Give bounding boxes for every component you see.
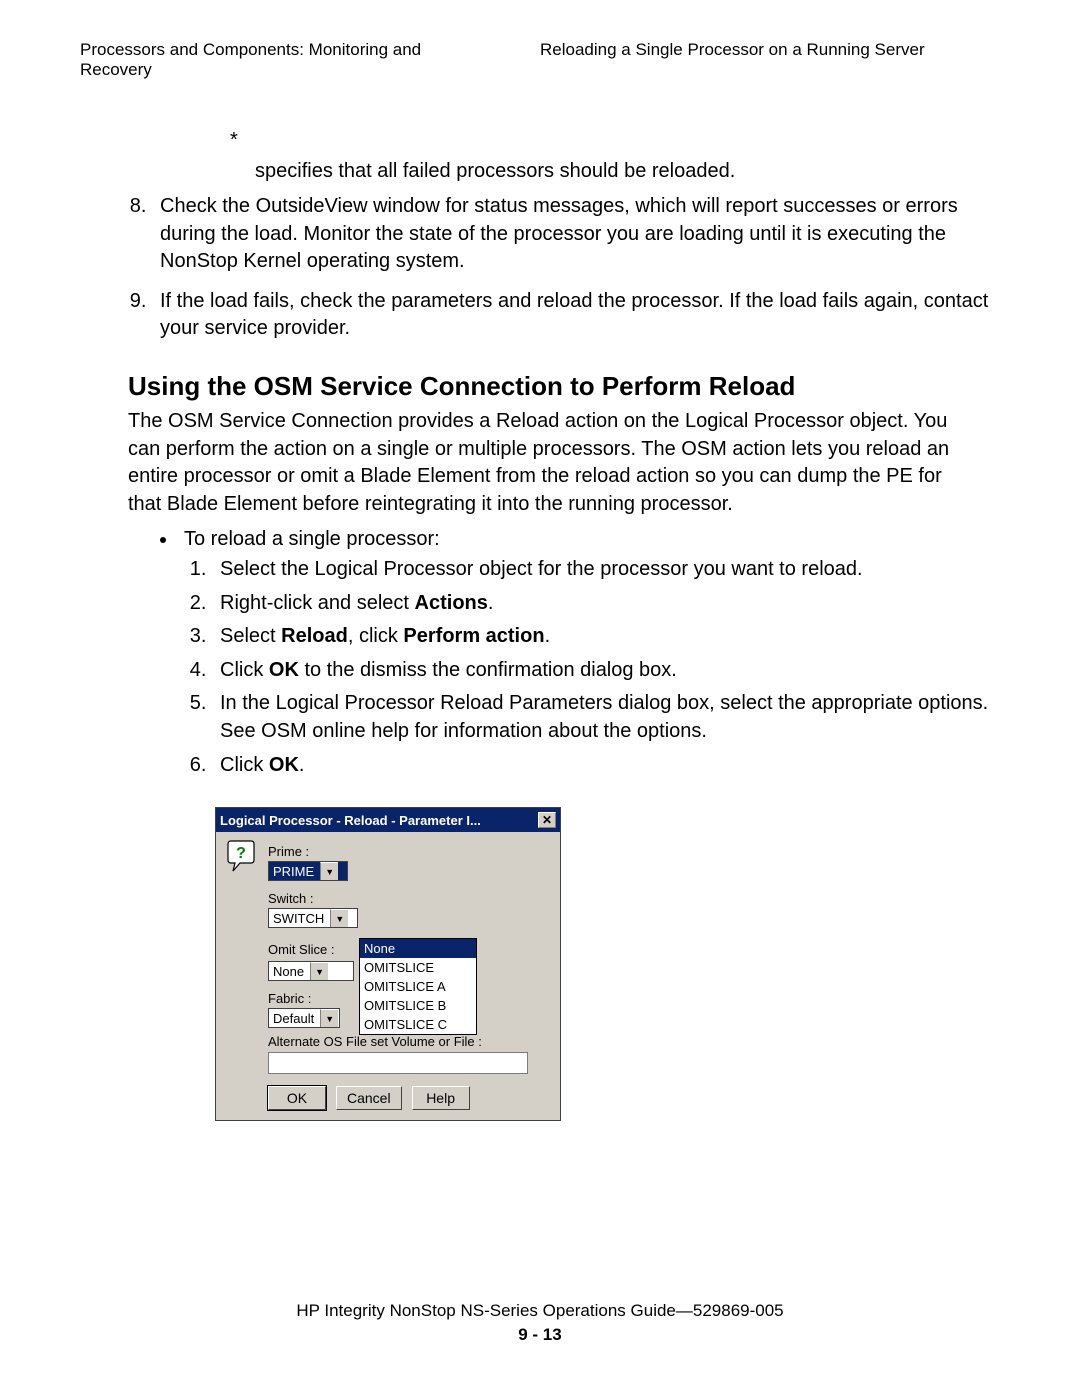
step-8: Check the OutsideView window for status … bbox=[152, 193, 1000, 276]
cancel-button[interactable]: Cancel bbox=[336, 1086, 402, 1110]
page-header: Processors and Components: Monitoring an… bbox=[80, 40, 1000, 80]
omit-option-none[interactable]: None bbox=[360, 939, 476, 958]
chevron-down-icon: ▼ bbox=[320, 862, 338, 880]
omit-slice-select[interactable]: None ▼ bbox=[268, 961, 354, 981]
bold-ok: OK bbox=[269, 754, 299, 776]
text: . bbox=[545, 625, 551, 647]
inner-step-1: Select the Logical Processor object for … bbox=[212, 556, 1000, 584]
close-icon: ✕ bbox=[542, 813, 552, 827]
omit-slice-options[interactable]: None OMITSLICE OMITSLICE A OMITSLICE B O… bbox=[359, 938, 477, 1035]
text: , click bbox=[348, 625, 404, 647]
bold-ok: OK bbox=[269, 659, 299, 681]
switch-select[interactable]: SWITCH ▼ bbox=[268, 908, 358, 928]
text: Click bbox=[220, 754, 269, 776]
page-number: 9 - 13 bbox=[0, 1323, 1080, 1347]
bold-actions: Actions bbox=[415, 592, 488, 614]
inner-steps: Select the Logical Processor object for … bbox=[212, 556, 1000, 779]
section-heading: Using the OSM Service Connection to Perf… bbox=[128, 371, 1000, 402]
dialog-title: Logical Processor - Reload - Parameter I… bbox=[220, 813, 538, 828]
help-balloon-icon: ? bbox=[224, 840, 268, 1110]
inner-step-5: In the Logical Processor Reload Paramete… bbox=[212, 690, 1000, 745]
omit-label: Omit Slice : bbox=[268, 942, 334, 957]
close-button[interactable]: ✕ bbox=[538, 812, 556, 828]
bullet-intro: To reload a single processor: bbox=[184, 528, 440, 550]
header-left: Processors and Components: Monitoring an… bbox=[80, 40, 494, 80]
ok-button[interactable]: OK bbox=[268, 1086, 326, 1110]
inner-step-6: Click OK. bbox=[212, 752, 1000, 780]
dialog-titlebar[interactable]: Logical Processor - Reload - Parameter I… bbox=[216, 808, 560, 832]
reload-parameters-dialog: Logical Processor - Reload - Parameter I… bbox=[215, 807, 561, 1121]
text: Select bbox=[220, 625, 281, 647]
cancel-label: Cancel bbox=[347, 1090, 391, 1106]
step-9: If the load fails, check the parameters … bbox=[152, 288, 1000, 343]
alt-os-label: Alternate OS File set Volume or File : bbox=[268, 1034, 552, 1049]
asterisk: * bbox=[230, 120, 1000, 160]
text: to the dismiss the confirmation dialog b… bbox=[299, 659, 677, 681]
chevron-down-icon: ▼ bbox=[330, 909, 348, 927]
footer-line: HP Integrity NonStop NS-Series Operation… bbox=[0, 1299, 1080, 1323]
help-label: Help bbox=[426, 1090, 455, 1106]
prime-label: Prime : bbox=[268, 844, 552, 859]
fabric-value: Default bbox=[269, 1009, 320, 1027]
omit-option-c[interactable]: OMITSLICE C bbox=[360, 1015, 476, 1034]
text: . bbox=[299, 754, 305, 776]
bullet-list: To reload a single processor: Select the… bbox=[150, 526, 1000, 779]
text: Right-click and select bbox=[220, 592, 415, 614]
fabric-label: Fabric : bbox=[268, 991, 311, 1006]
help-button[interactable]: Help bbox=[412, 1086, 470, 1110]
omit-value: None bbox=[269, 962, 310, 980]
ok-label: OK bbox=[287, 1090, 307, 1106]
bullet-item: To reload a single processor: Select the… bbox=[178, 526, 1000, 779]
asterisk-block: * specifies that all failed processors s… bbox=[230, 120, 1000, 183]
chevron-down-icon: ▼ bbox=[310, 962, 328, 980]
inner-step-2: Right-click and select Actions. bbox=[212, 590, 1000, 618]
section-paragraph: The OSM Service Connection provides a Re… bbox=[128, 408, 980, 518]
fabric-select[interactable]: Default ▼ bbox=[268, 1008, 340, 1028]
switch-value: SWITCH bbox=[269, 909, 330, 927]
chevron-down-icon: ▼ bbox=[320, 1009, 338, 1027]
header-right: Reloading a Single Processor on a Runnin… bbox=[540, 40, 1000, 80]
continued-steps: Check the OutsideView window for status … bbox=[152, 193, 1000, 343]
omit-slice-row: Omit Slice : None ▼ None OMITSLICE OMITS… bbox=[268, 938, 552, 1028]
omit-option-b[interactable]: OMITSLICE B bbox=[360, 996, 476, 1015]
alt-os-input[interactable] bbox=[268, 1052, 528, 1074]
switch-label: Switch : bbox=[268, 891, 552, 906]
inner-step-3: Select Reload, click Perform action. bbox=[212, 623, 1000, 651]
text: Click bbox=[220, 659, 269, 681]
omit-option-a[interactable]: OMITSLICE A bbox=[360, 977, 476, 996]
bold-reload: Reload bbox=[281, 625, 348, 647]
bold-perform: Perform action bbox=[403, 625, 544, 647]
asterisk-desc: specifies that all failed processors sho… bbox=[255, 160, 1000, 183]
text: . bbox=[488, 592, 494, 614]
prime-value: PRIME bbox=[269, 862, 320, 880]
svg-text:?: ? bbox=[236, 845, 246, 862]
omit-option-omitslice[interactable]: OMITSLICE bbox=[360, 958, 476, 977]
prime-select[interactable]: PRIME ▼ bbox=[268, 861, 348, 881]
page-footer: HP Integrity NonStop NS-Series Operation… bbox=[0, 1299, 1080, 1347]
inner-step-4: Click OK to the dismiss the confirmation… bbox=[212, 657, 1000, 685]
